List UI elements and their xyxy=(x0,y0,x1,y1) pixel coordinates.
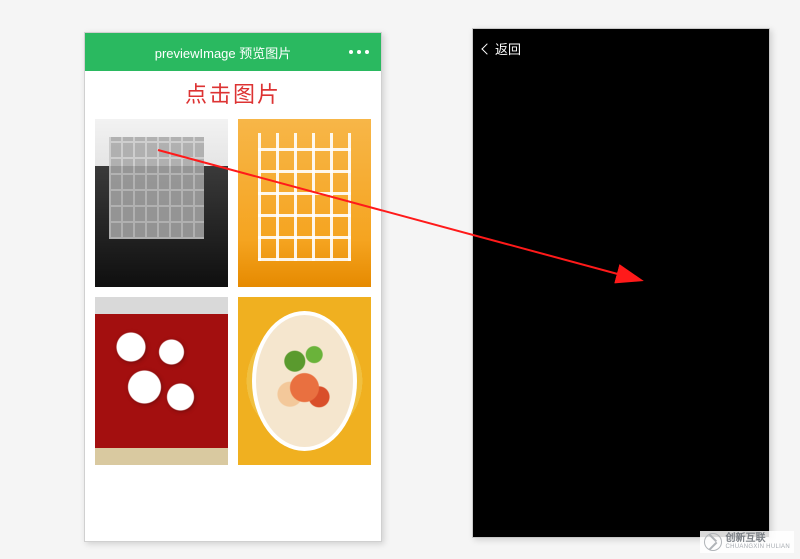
watermark-brand-en: CHUANGXIN HULIAN xyxy=(726,544,790,550)
thumbnail-4[interactable] xyxy=(238,297,371,465)
watermark: 创新互联 CHUANGXIN HULIAN xyxy=(700,531,794,553)
watermark-brand-cn: 创新互联 xyxy=(726,534,790,544)
thumbnail-2[interactable] xyxy=(238,119,371,287)
preview-phone-frame: 返回 xyxy=(472,28,770,538)
image-grid xyxy=(85,113,381,471)
source-phone-frame: previewImage 预览图片 点击图片 xyxy=(84,32,382,542)
click-image-label: 点击图片 xyxy=(85,71,381,113)
back-button[interactable]: 返回 xyxy=(483,39,521,58)
header-title: previewImage 预览图片 xyxy=(97,43,349,62)
thumbnail-1[interactable] xyxy=(95,119,228,287)
preview-screen[interactable]: 返回 xyxy=(473,29,769,537)
more-icon[interactable] xyxy=(349,50,369,54)
watermark-logo-icon xyxy=(704,533,722,551)
thumbnail-3[interactable] xyxy=(95,297,228,465)
chevron-left-icon xyxy=(481,43,492,54)
back-label: 返回 xyxy=(495,39,521,58)
app-header: previewImage 预览图片 xyxy=(85,33,381,71)
